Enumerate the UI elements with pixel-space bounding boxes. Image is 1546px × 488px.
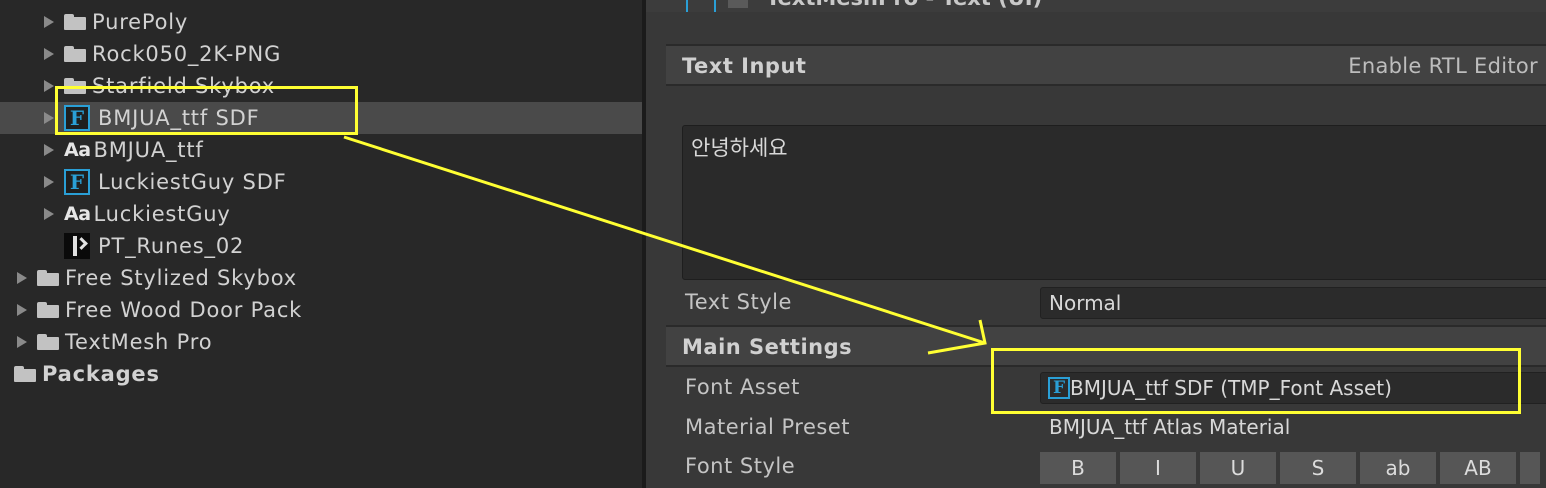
annotation-arrow (343, 135, 987, 355)
